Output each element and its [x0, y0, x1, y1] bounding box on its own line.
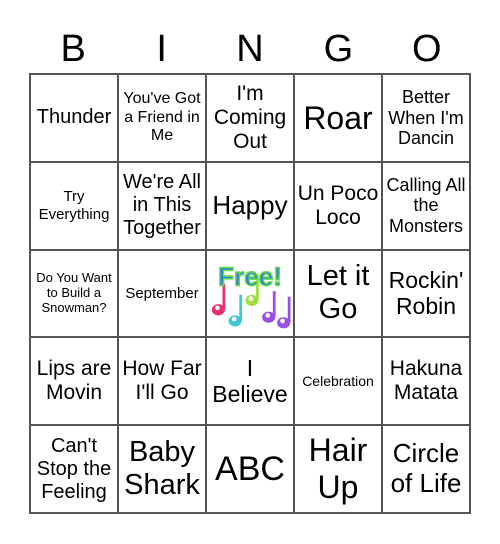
bingo-cell[interactable]: You've Got a Friend in Me: [118, 74, 206, 162]
cell-text: Can't Stop the Feeling: [36, 434, 112, 503]
bingo-cell[interactable]: Try Everything: [30, 161, 118, 250]
cell-text: Try Everything: [38, 188, 110, 223]
cell-text: Hair Up: [308, 432, 368, 506]
bingo-header: B I N G O: [29, 24, 471, 74]
music-note-icon: [277, 297, 291, 329]
cell-text: Celebration: [302, 373, 374, 390]
free-image: Free!: [211, 261, 291, 329]
bingo-cell[interactable]: How Far I'll Go: [118, 337, 206, 426]
bingo-cell[interactable]: Hair Up: [294, 425, 382, 513]
bingo-cell[interactable]: Un Poco Loco: [294, 161, 382, 250]
bingo-cell[interactable]: September: [118, 249, 206, 338]
cell-text: I Believe: [212, 354, 288, 408]
bingo-cell[interactable]: I Believe: [206, 337, 294, 426]
bingo-cell[interactable]: Thunder: [30, 74, 118, 162]
cell-text: Hakuna Matata: [389, 357, 463, 405]
bingo-cell[interactable]: Let it Go: [294, 249, 382, 338]
bingo-cell[interactable]: Rockin' Robin: [382, 249, 470, 338]
bingo-cell[interactable]: Better When I'm Dancin: [382, 74, 470, 162]
cell-text: Thunder: [36, 106, 112, 129]
music-note-icon: [228, 295, 243, 328]
cell-text: Roar: [303, 99, 373, 136]
bingo-cell[interactable]: Baby Shark: [118, 425, 206, 513]
cell-text: How Far I'll Go: [122, 357, 202, 405]
bingo-cell[interactable]: Do You Want to Build a Snowman?: [30, 249, 118, 338]
cell-text: Lips are Movin: [36, 357, 112, 405]
bingo-cell[interactable]: Circle of Life: [382, 425, 470, 513]
cell-text: Calling All the Monsters: [386, 174, 466, 237]
cell-text: Do You Want to Build a Snowman?: [36, 270, 112, 315]
header-letter-o: O: [412, 28, 442, 70]
cell-text: September: [125, 284, 199, 302]
bingo-cell[interactable]: We're All in This Together: [118, 161, 206, 250]
bingo-cell[interactable]: Hakuna Matata: [382, 337, 470, 426]
cell-text: We're All in This Together: [123, 171, 201, 240]
cell-text: ABC: [215, 449, 285, 488]
header-letter-g: G: [323, 28, 354, 70]
cell-text: Un Poco Loco: [297, 181, 379, 229]
cell-text: Circle of Life: [390, 438, 462, 499]
header-letter-n: N: [236, 28, 264, 70]
bingo-grid: Thunder You've Got a Friend in Me I'm Comi…: [29, 73, 471, 514]
bingo-cell[interactable]: I'm Coming Out: [206, 74, 294, 162]
free-label: Free!: [218, 262, 282, 292]
free-space[interactable]: Free!: [206, 249, 294, 338]
cell-text: Better When I'm Dancin: [388, 86, 464, 149]
cell-text: Baby Shark: [124, 435, 200, 502]
bingo-cell[interactable]: Calling All the Monsters: [382, 161, 470, 250]
header-letter-i: I: [156, 28, 167, 70]
header-letter-b: B: [60, 28, 86, 70]
music-note-icon: [262, 291, 276, 324]
cell-text: Let it Go: [306, 260, 370, 326]
bingo-cell[interactable]: Happy: [206, 161, 294, 250]
bingo-cell[interactable]: ABC: [206, 425, 294, 513]
cell-text: Happy: [212, 189, 288, 220]
bingo-cell[interactable]: Lips are Movin: [30, 337, 118, 426]
bingo-cell[interactable]: Roar: [294, 74, 382, 162]
cell-text: Rockin' Robin: [388, 267, 464, 320]
bingo-cell[interactable]: Celebration: [294, 337, 382, 426]
bingo-cell[interactable]: Can't Stop the Feeling: [30, 425, 118, 513]
cell-text: You've Got a Friend in Me: [123, 90, 201, 145]
cell-text: I'm Coming Out: [213, 81, 287, 153]
